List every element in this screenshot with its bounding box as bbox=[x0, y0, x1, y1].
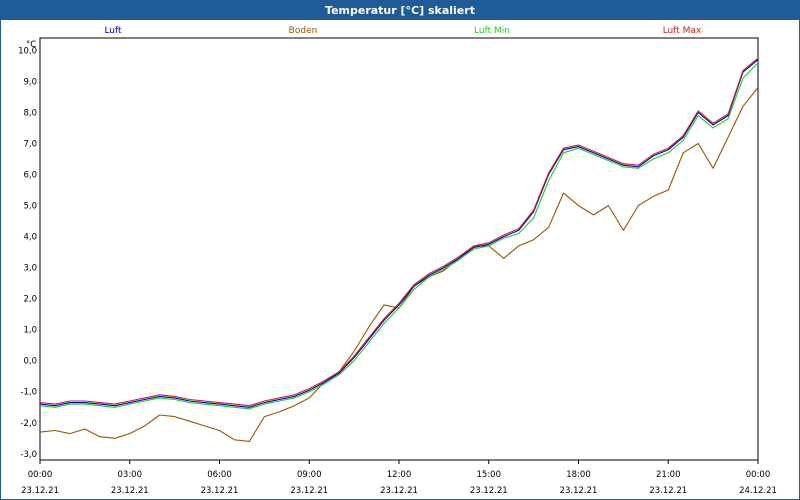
x-tick-time-label: 15:00 bbox=[477, 470, 502, 480]
y-tick-label: 2,0 bbox=[23, 295, 37, 305]
y-tick-label: 5,0 bbox=[23, 202, 37, 212]
legend: Luft Boden Luft Min Luft Max bbox=[104, 26, 702, 36]
y-tick-label: -3,0 bbox=[20, 450, 37, 460]
y-tick-label: 8,0 bbox=[23, 108, 37, 118]
x-tick-time-label: 00:00 bbox=[746, 470, 771, 480]
y-tick-label: 0,0 bbox=[23, 357, 37, 367]
x-tick-time-label: 18:00 bbox=[566, 470, 591, 480]
x-tick-date-label: 23.12.21 bbox=[560, 486, 598, 496]
x-tick-date-label: 24.12.21 bbox=[739, 486, 777, 496]
x-tick-time-label: 21:00 bbox=[656, 470, 681, 480]
x-tick-date-label: 23.12.21 bbox=[470, 486, 508, 496]
x-tick-time-label: 12:00 bbox=[387, 470, 412, 480]
legend-entry-luft-min: Luft Min bbox=[474, 26, 510, 36]
legend-entry-boden: Boden bbox=[289, 26, 318, 36]
x-tick-time-label: 06:00 bbox=[207, 470, 232, 480]
y-tick-label: 9,0 bbox=[23, 77, 37, 87]
y-tick-label: 1,0 bbox=[23, 326, 37, 336]
x-tick-date-label: 23.12.21 bbox=[649, 486, 687, 496]
y-tick-label: -1,0 bbox=[20, 388, 37, 398]
y-tick-label: -2,0 bbox=[20, 419, 37, 429]
plot-area bbox=[39, 37, 759, 461]
y-axis-unit-label: °C bbox=[26, 40, 36, 50]
x-tick-date-label: 23.12.21 bbox=[111, 486, 149, 496]
y-tick-label: 6,0 bbox=[23, 171, 37, 181]
y-tick-label: 4,0 bbox=[23, 233, 37, 243]
y-tick-label: 3,0 bbox=[23, 264, 37, 274]
y-tick-label: 7,0 bbox=[23, 140, 37, 150]
x-tick-date-label: 23.12.21 bbox=[290, 486, 328, 496]
x-axis-ticks: 00:00 23.12.21 03:00 23.12.21 06:00 23.12.21 0… bbox=[21, 470, 777, 496]
legend-entry-luft: Luft bbox=[104, 26, 122, 36]
x-tick-time-label: 03:00 bbox=[118, 470, 143, 480]
x-tick-date-label: 23.12.21 bbox=[21, 486, 59, 496]
y-axis-ticks: 10,09,08,07,06,05,04,03,02,01,00,0-1,0-2… bbox=[18, 46, 37, 459]
x-tick-date-label: 23.12.21 bbox=[201, 486, 239, 496]
x-tick-date-label: 23.12.21 bbox=[380, 486, 418, 496]
temperature-chart: 10,09,08,07,06,05,04,03,02,01,00,0-1,0-2… bbox=[18, 26, 777, 496]
legend-entry-luft-max: Luft Max bbox=[663, 26, 702, 36]
x-tick-time-label: 00:00 bbox=[28, 470, 53, 480]
x-tick-time-label: 09:00 bbox=[297, 470, 322, 480]
